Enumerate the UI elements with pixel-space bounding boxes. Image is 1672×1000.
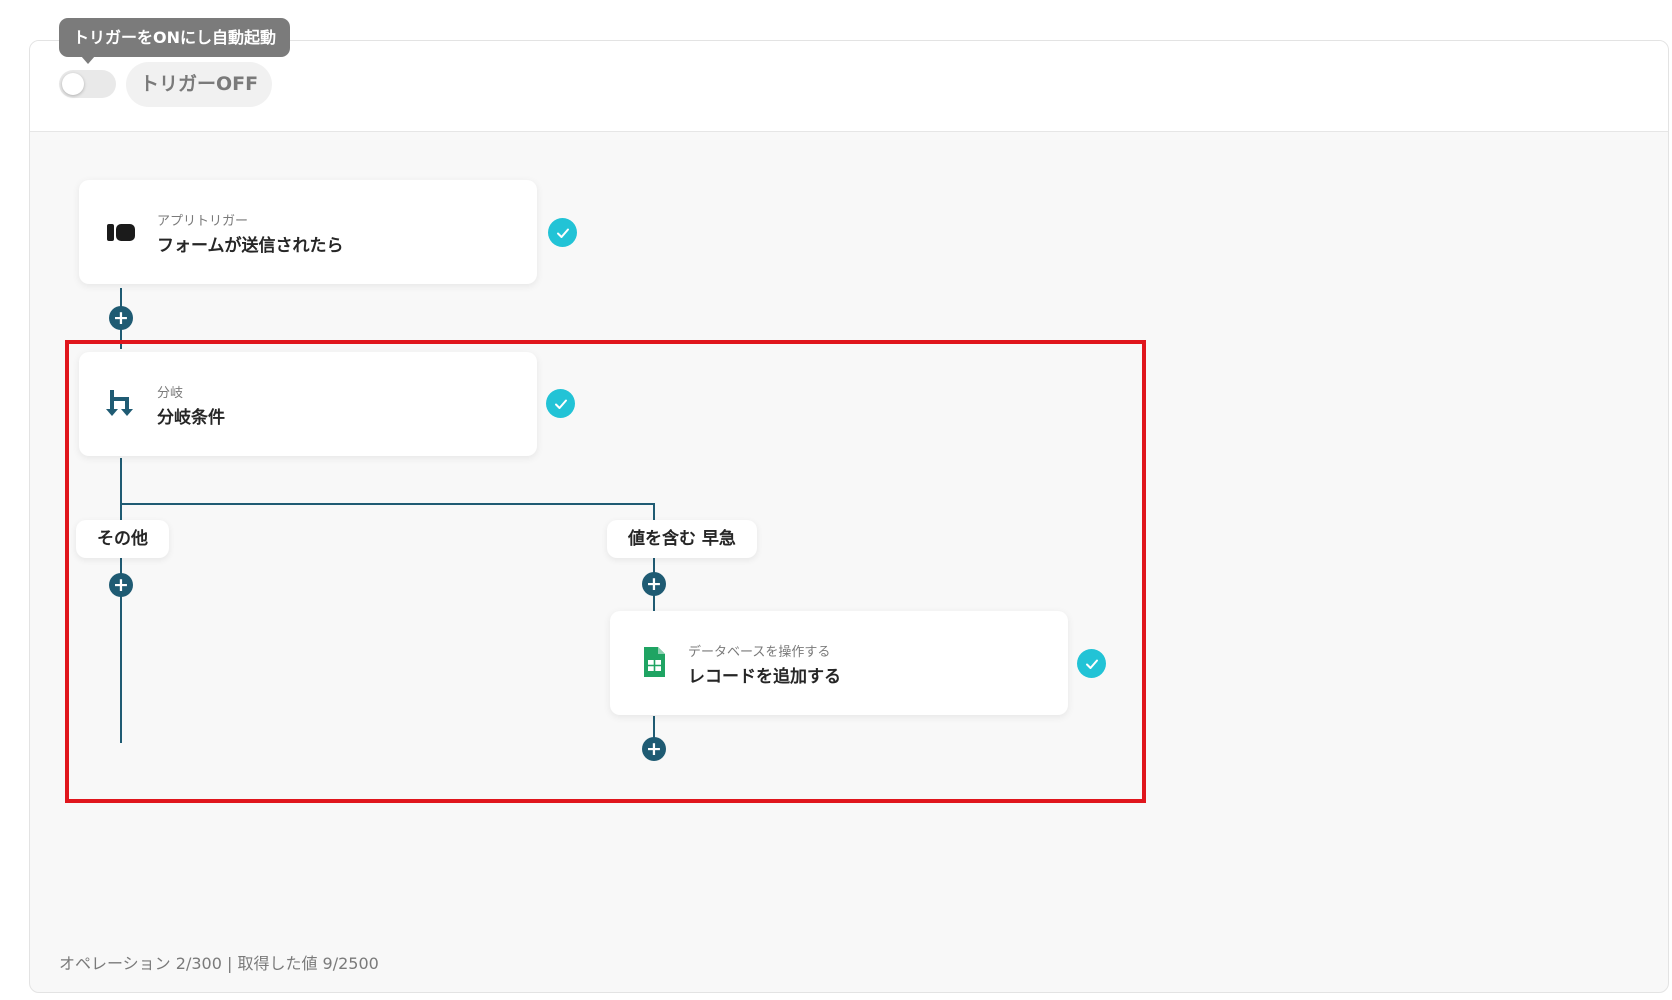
trigger-node[interactable]: アプリトリガー フォームが送信されたら bbox=[79, 180, 537, 284]
add-step-button[interactable]: + bbox=[109, 306, 133, 330]
check-icon bbox=[546, 389, 575, 418]
trigger-status-badge: トリガーOFF bbox=[126, 62, 273, 107]
branch-label-other[interactable]: その他 bbox=[76, 520, 169, 558]
branch-label-contains[interactable]: 値を含む 早急 bbox=[607, 520, 757, 558]
add-step-button[interactable]: + bbox=[642, 572, 666, 596]
check-icon bbox=[1077, 649, 1106, 678]
branch-icon bbox=[105, 388, 137, 420]
node-title: フォームが送信されたら bbox=[157, 236, 344, 256]
form-app-icon bbox=[105, 216, 137, 248]
connector-line bbox=[120, 458, 122, 743]
node-subtitle: データベースを操作する bbox=[688, 645, 831, 660]
node-subtitle: 分岐 bbox=[157, 386, 184, 401]
add-step-button[interactable]: + bbox=[109, 573, 133, 597]
node-subtitle: アプリトリガー bbox=[157, 214, 249, 229]
node-title: 分岐条件 bbox=[157, 408, 225, 428]
usage-status: オペレーション 2/300 | 取得した値 9/2500 bbox=[59, 954, 379, 973]
trigger-toggle[interactable] bbox=[59, 70, 116, 98]
trigger-tooltip: トリガーをONにし自動起動 bbox=[59, 18, 290, 64]
google-sheets-icon bbox=[638, 646, 670, 678]
toggle-knob bbox=[62, 73, 84, 95]
node-title: レコードを追加する bbox=[688, 667, 841, 687]
database-node[interactable]: データベースを操作する レコードを追加する bbox=[610, 611, 1068, 715]
add-step-button[interactable]: + bbox=[642, 737, 666, 761]
branch-node[interactable]: 分岐 分岐条件 bbox=[79, 352, 537, 456]
connector-line bbox=[120, 503, 655, 505]
check-icon bbox=[548, 218, 577, 247]
